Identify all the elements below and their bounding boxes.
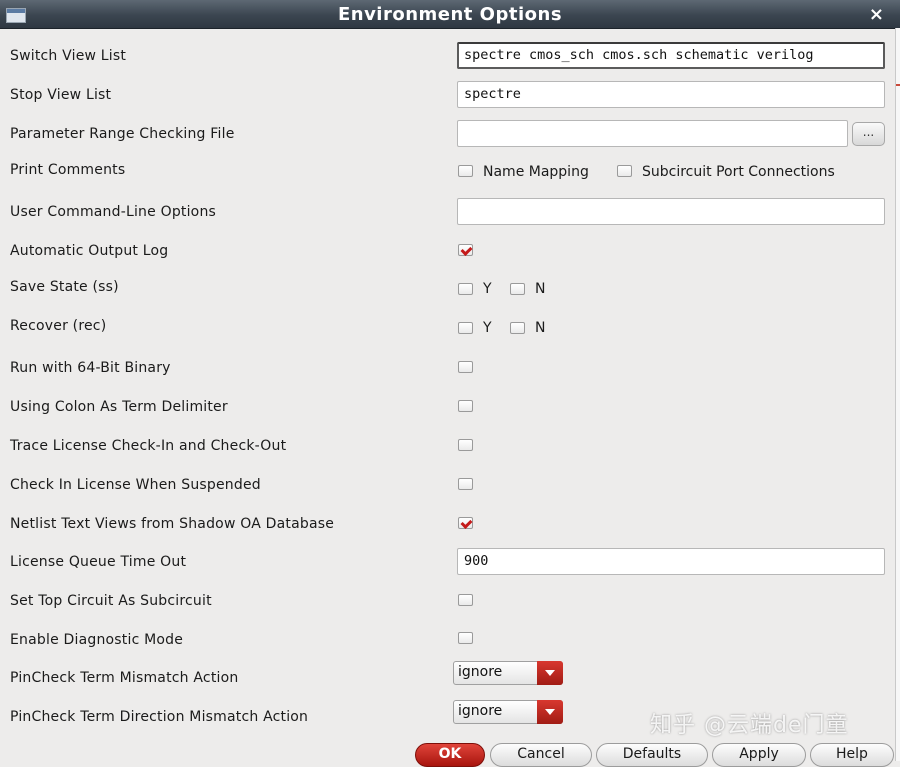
dialog-button-bar: OK Cancel Defaults Apply Help [0,743,900,767]
chevron-down-icon[interactable] [537,661,563,685]
trace-license-checkbox[interactable] [458,439,473,451]
close-icon[interactable]: × [869,4,884,25]
trace-license-label: Trace License Check-In and Check-Out [10,438,287,454]
stop-view-list-label: Stop View List [10,87,112,103]
diagnostic-mode-label: Enable Diagnostic Mode [10,632,184,648]
row-pincheck-mismatch: PinCheck Term Mismatch Action ignore [0,661,894,691]
top-as-subckt-label: Set Top Circuit As Subcircuit [10,593,212,609]
row-auto-output-log: Automatic Output Log [0,237,894,267]
row-colon-delimiter: Using Colon As Term Delimiter [0,393,894,423]
row-stop-view-list: Stop View List spectre [0,81,894,111]
diagnostic-mode-checkbox[interactable] [458,632,473,644]
save-state-n-checkbox[interactable] [510,283,525,295]
row-run-64bit: Run with 64-Bit Binary [0,354,894,384]
pincheck-direction-value: ignore [458,703,503,719]
ok-button[interactable]: OK [415,743,485,767]
run-64bit-label: Run with 64-Bit Binary [10,360,171,376]
switch-view-list-input[interactable]: spectre cmos_sch cmos.sch schematic veri… [457,42,885,69]
window-title: Environment Options [337,4,563,25]
pincheck-mismatch-label: PinCheck Term Mismatch Action [10,670,239,686]
row-license-queue: License Queue Time Out 900 [0,548,894,578]
print-comments-label: Print Comments [10,162,126,178]
title-bar: Environment Options × [0,0,900,29]
apply-button[interactable]: Apply [712,743,806,767]
cancel-button[interactable]: Cancel [490,743,592,767]
save-state-y-checkbox[interactable] [458,283,473,295]
row-top-as-subckt: Set Top Circuit As Subcircuit [0,587,894,617]
colon-delimiter-label: Using Colon As Term Delimiter [10,399,228,415]
colon-delimiter-checkbox[interactable] [458,400,473,412]
recover-y-checkbox[interactable] [458,322,473,334]
stop-view-list-input[interactable]: spectre [457,81,885,108]
pincheck-mismatch-value: ignore [458,664,503,680]
switch-view-list-label: Switch View List [10,48,127,64]
defaults-button[interactable]: Defaults [596,743,708,767]
row-diagnostic-mode: Enable Diagnostic Mode [0,626,894,656]
netlist-shadow-oa-checkbox[interactable] [458,517,473,529]
watermark: 知乎 @云端de门童 [650,713,849,738]
save-state-label: Save State (ss) [10,279,119,295]
row-trace-license: Trace License Check-In and Check-Out [0,432,894,462]
pincheck-direction-select[interactable]: ignore [453,700,563,724]
row-print-comments: Print Comments Name Mapping Subcircuit P… [0,156,894,186]
run-64bit-checkbox[interactable] [458,361,473,373]
auto-output-log-checkbox[interactable] [458,244,473,256]
top-as-subckt-checkbox[interactable] [458,594,473,606]
name-mapping-label: Name Mapping [483,164,589,180]
row-save-state: Save State (ss) Y N [0,273,894,303]
pincheck-mismatch-select[interactable]: ignore [453,661,563,685]
auto-output-log-label: Automatic Output Log [10,243,169,259]
user-cmdline-label: User Command-Line Options [10,204,217,220]
row-checkin-suspended: Check In License When Suspended [0,471,894,501]
subckt-ports-checkbox[interactable] [617,165,632,177]
license-queue-label: License Queue Time Out [10,554,187,570]
param-range-file-input[interactable] [457,120,848,147]
param-range-file-label: Parameter Range Checking File [10,126,235,142]
recover-n-checkbox[interactable] [510,322,525,334]
save-state-n-label: N [535,281,546,297]
user-cmdline-input[interactable] [457,198,885,225]
recover-y-label: Y [483,320,492,336]
row-recover: Recover (rec) Y N [0,312,894,342]
subckt-ports-label: Subcircuit Port Connections [642,164,835,180]
name-mapping-checkbox[interactable] [458,165,473,177]
netlist-shadow-oa-label: Netlist Text Views from Shadow OA Databa… [10,516,335,532]
row-param-range-file: Parameter Range Checking File ... [0,120,894,150]
help-button[interactable]: Help [810,743,894,767]
checkin-suspended-label: Check In License When Suspended [10,477,261,493]
save-state-y-label: Y [483,281,492,297]
row-netlist-shadow-oa: Netlist Text Views from Shadow OA Databa… [0,510,894,540]
pincheck-direction-label: PinCheck Term Direction Mismatch Action [10,709,309,725]
chevron-down-icon[interactable] [537,700,563,724]
license-queue-input[interactable]: 900 [457,548,885,575]
recover-n-label: N [535,320,546,336]
row-user-cmdline: User Command-Line Options [0,198,894,228]
background-window-edge [895,28,900,761]
recover-label: Recover (rec) [10,318,107,334]
browse-button[interactable]: ... [852,122,885,146]
checkin-suspended-checkbox[interactable] [458,478,473,490]
row-switch-view-list: Switch View List spectre cmos_sch cmos.s… [0,42,894,72]
